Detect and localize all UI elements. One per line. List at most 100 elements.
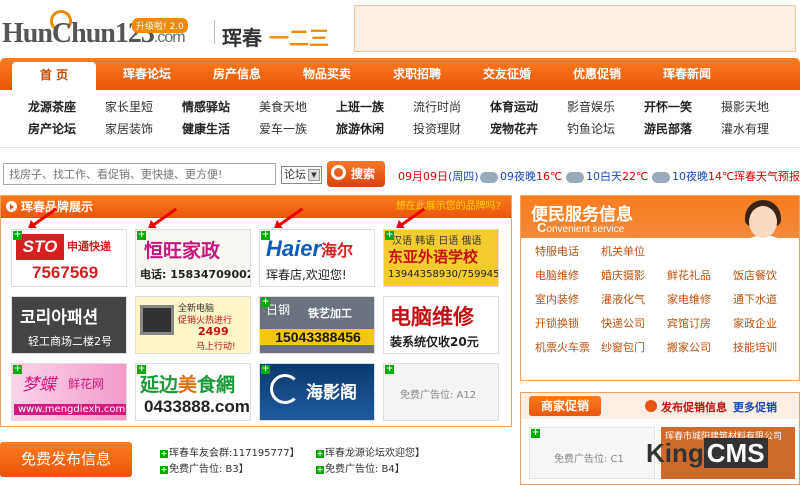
service-link[interactable]: 家电维修 — [667, 292, 733, 308]
brand-ad-free-slot[interactable]: + 免费广告位: A12 — [383, 363, 499, 421]
nav-realestate[interactable]: 房产信息 — [192, 58, 282, 90]
service-link[interactable]: 搬家公司 — [667, 340, 733, 356]
service-link[interactable]: 饭店餐饮 — [733, 268, 799, 284]
nav-forum[interactable]: 珲春论坛 — [102, 58, 192, 90]
assistant-avatar — [737, 198, 791, 238]
info-link[interactable]: + 珲春龙源论坛欢迎您】 — [316, 444, 425, 459]
service-link[interactable]: 通下水道 — [733, 292, 799, 308]
cloud-icon — [566, 171, 584, 183]
nav-jobs[interactable]: 求职招聘 — [372, 58, 462, 90]
service-link[interactable]: 鲜花礼品 — [667, 268, 733, 284]
site-logo[interactable]: HunChun123.com 升级啦! 2.0 — [2, 8, 207, 50]
search-input[interactable] — [3, 163, 276, 185]
sub-nav-link[interactable]: 龙源茶座 — [28, 98, 105, 120]
service-link[interactable]: 电脑维修 — [535, 268, 601, 284]
search-icon — [331, 165, 346, 180]
free-post-button[interactable]: 免费发布信息 — [0, 442, 132, 477]
bottom-left-bar: 免费发布信息 + 珲春车友会群:117195777】 + 免费广告位: B3】 + 珲… — [0, 438, 512, 485]
service-link[interactable]: 室内装修 — [535, 292, 601, 308]
service-link[interactable]: 快递公司 — [601, 316, 667, 332]
computer-icon — [140, 305, 174, 335]
service-link[interactable]: 机关单位 — [601, 244, 667, 260]
brand-ad-sto[interactable]: + STO 申通快递 7567569 — [11, 229, 127, 287]
sub-nav-link[interactable]: 美食天地 — [259, 98, 336, 120]
plus-icon: + — [316, 465, 324, 474]
brand-ad-pc-repair[interactable]: 电脑维修 装系统仅收20元 — [383, 296, 499, 354]
plus-icon: + — [137, 230, 146, 240]
sub-nav-link[interactable]: 房产论坛 — [28, 120, 105, 142]
brand-panel-title: 珲春品牌展示 — [21, 200, 94, 214]
play-icon — [6, 201, 17, 212]
sub-nav-link[interactable]: 家居装饰 — [105, 120, 182, 142]
main-nav: 首 页 珲春论坛 房产信息 物品买卖 求职招聘 交友征婚 优惠促销 珲春新闻 — [0, 58, 800, 90]
post-promo-link[interactable]: 发布促销信息 — [661, 401, 727, 414]
brand-ad-korea-fashion[interactable]: 코리아패션 轻工商场二楼2号 — [11, 296, 127, 354]
brand-ad-food[interactable]: + 延边美食網 0433888.com — [135, 363, 251, 421]
nav-promotions[interactable]: 优惠促销 — [552, 58, 642, 90]
sub-nav-extra: 开怀一笑 摄影天地 游民部落 灌水有理 — [644, 98, 798, 142]
sub-nav-link[interactable]: 影音娱乐 — [567, 98, 644, 120]
brand-ad-computer[interactable]: 全新电脑 促销火热进行 2499 马上行动! — [135, 296, 251, 354]
service-link[interactable] — [733, 244, 799, 260]
top-banner-ad[interactable] — [354, 5, 796, 52]
service-link[interactable]: 纱窗包门 — [601, 340, 667, 356]
sub-nav-link[interactable]: 健康生活 — [182, 120, 259, 142]
info-link[interactable]: + 免费广告位: B3】 — [160, 460, 249, 475]
sub-nav-link[interactable]: 上班一族 — [336, 98, 413, 120]
weather-item: 10白天22℃ — [566, 168, 648, 184]
sub-nav-link[interactable]: 情感驿站 — [182, 98, 259, 120]
sub-nav-link[interactable]: 宠物花卉 — [490, 120, 567, 142]
ad-text: 免费广告位: A12 — [400, 390, 477, 401]
kingcms-watermark: King CMS — [646, 438, 768, 469]
sub-nav-link[interactable]: 投资理财 — [413, 120, 490, 142]
nav-news[interactable]: 珲春新闻 — [642, 58, 732, 90]
promo-links: 发布促销信息 更多促销 — [661, 399, 777, 415]
ad-text: 轻工商场二楼2号 — [28, 335, 112, 348]
brand-ad-ironwork[interactable]: + 日钢 铁艺加工 15043388456 — [259, 296, 375, 354]
weather-item: 09夜晚16℃ — [480, 168, 562, 184]
brand-panel-header: 珲春品牌展示 想在此展示您的品牌吗? — [1, 196, 511, 218]
ad-text: 延边美食網 — [140, 374, 236, 396]
nav-trade[interactable]: 物品买卖 — [282, 58, 372, 90]
service-link[interactable]: 特服电话 — [535, 244, 601, 260]
service-link[interactable] — [667, 244, 733, 260]
nav-dating[interactable]: 交友征婚 — [462, 58, 552, 90]
swirl-icon — [270, 374, 300, 404]
service-link[interactable]: 家政企业 — [733, 316, 799, 332]
sub-nav-link[interactable]: 游民部落 — [644, 120, 721, 142]
service-link[interactable]: 灌液化气 — [601, 292, 667, 308]
search-scope-select[interactable]: 论坛 ▼ — [281, 166, 322, 184]
service-link[interactable]: 技能培训 — [733, 340, 799, 356]
info-link[interactable]: + 免费广告位: B4】 — [316, 460, 405, 475]
sub-nav-link[interactable]: 体育运动 — [490, 98, 567, 120]
more-promo-link[interactable]: 更多促销 — [733, 401, 777, 414]
sub-nav-link[interactable]: 钓鱼论坛 — [567, 120, 644, 142]
ad-text: 马上行动! — [196, 342, 236, 352]
service-link[interactable]: 宾馆订房 — [667, 316, 733, 332]
service-link[interactable]: 婚庆摄影 — [601, 268, 667, 284]
brand-ad-photo-studio[interactable]: + 海影阁 — [259, 363, 375, 421]
brand-ad-haier[interactable]: + Haier海尔 珲春店,欢迎您! — [259, 229, 375, 287]
promo-free-slot[interactable]: + 免费广告位: C1 — [529, 427, 655, 479]
sub-nav-link[interactable]: 灌水有理 — [721, 120, 798, 142]
sub-nav-link[interactable]: 家长里短 — [105, 98, 182, 120]
sub-nav-link[interactable]: 摄影天地 — [721, 98, 798, 120]
service-link[interactable]: 开锁换锁 — [535, 316, 601, 332]
brand-ad-flowers[interactable]: + 梦蝶 鲜花网 www.mengdiexh.com — [11, 363, 127, 421]
brand-ad-hengwang[interactable]: + 恒旺家政 电话: 15834709002 — [135, 229, 251, 287]
sub-nav-link[interactable]: 爱车一族 — [259, 120, 336, 142]
ad-text: 鲜花网 — [68, 377, 105, 391]
weather-forecast-link[interactable]: 珲春天气预报 — [734, 168, 800, 184]
sub-nav-link[interactable]: 旅游休闲 — [336, 120, 413, 142]
ad-text: 申通快递 — [67, 240, 111, 253]
sub-nav-link[interactable]: 流行时尚 — [413, 98, 490, 120]
nav-home[interactable]: 首 页 — [12, 62, 96, 90]
info-link[interactable]: + 珲春车友会群:117195777】 — [160, 444, 300, 459]
sub-nav-link[interactable]: 开怀一笑 — [644, 98, 721, 120]
search-button[interactable]: 搜索 — [327, 161, 385, 187]
plus-icon: + — [385, 230, 394, 240]
ad-phone: 13944358930/7599455 — [388, 269, 499, 280]
service-link[interactable]: 机票火车票 — [535, 340, 601, 356]
service-header: 便民服务信息 Convenient service — [521, 196, 799, 238]
brand-ad-language-school[interactable]: + 汉语 韩语 日语 俄语 东亚外语学校 13944358930/7599455 — [383, 229, 499, 287]
